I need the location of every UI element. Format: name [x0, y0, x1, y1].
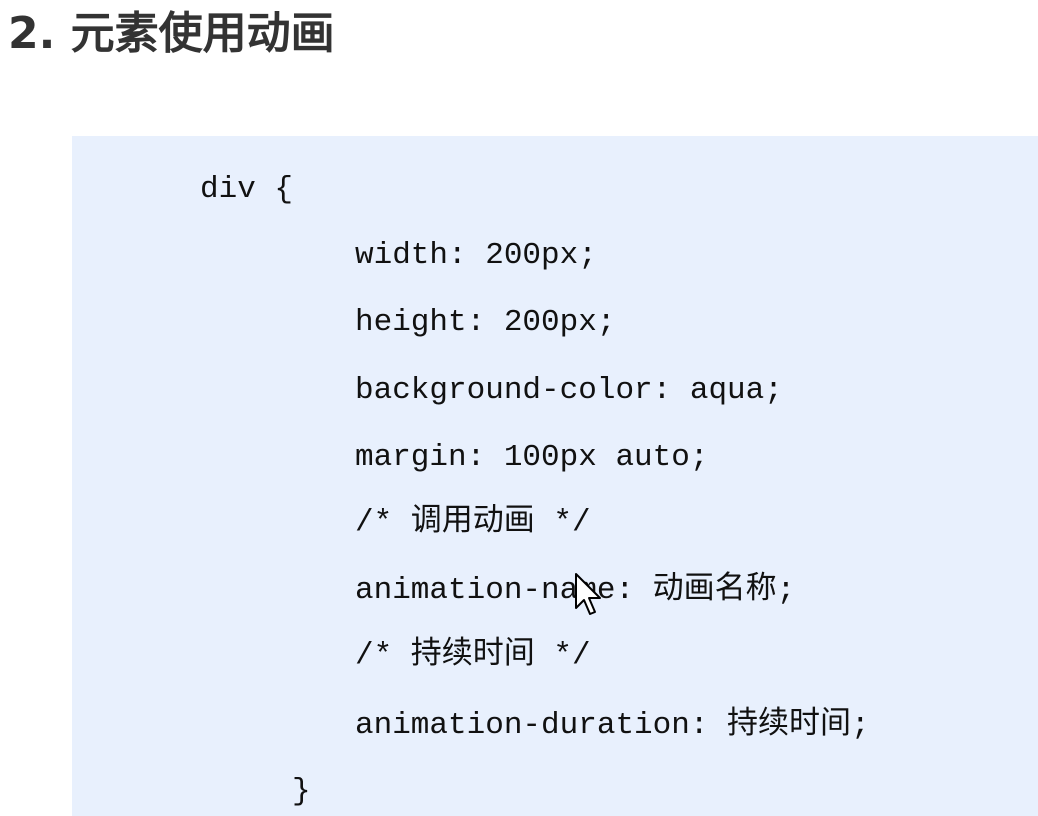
code-line-comment-call-animation: /* 调用动画 */: [355, 505, 591, 540]
code-block: div { width: 200px; height: 200px; backg…: [72, 136, 1038, 816]
code-line-selector: div {: [200, 172, 294, 207]
code-line-closing-brace: }: [292, 774, 311, 809]
code-line-animation-duration: animation-duration: 持续时间;: [355, 708, 870, 743]
code-line-height: height: 200px;: [355, 305, 616, 340]
code-line-comment-duration: /* 持续时间 */: [355, 638, 591, 673]
mouse-pointer-icon: [575, 573, 601, 615]
section-heading: 2. 元素使用动画: [8, 8, 335, 59]
code-line-width: width: 200px;: [355, 238, 597, 273]
code-line-background-color: background-color: aqua;: [355, 373, 783, 408]
code-line-margin: margin: 100px auto;: [355, 440, 709, 475]
